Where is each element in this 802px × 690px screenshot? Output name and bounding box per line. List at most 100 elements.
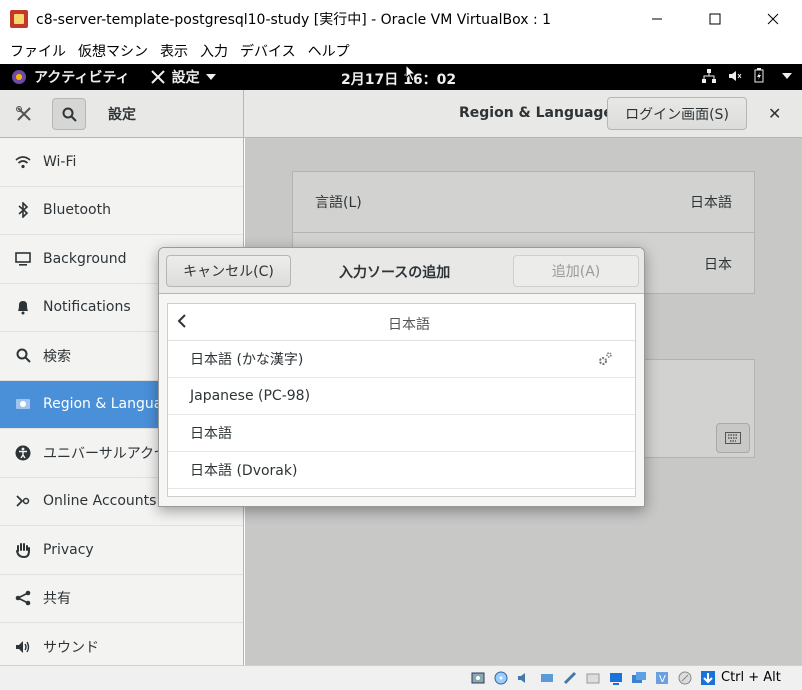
language-label: 言語(L) [315, 195, 362, 211]
bell-icon [14, 298, 32, 316]
sidebar-item-label: 共有 [43, 591, 71, 608]
list-item[interactable]: Japanese (PC-98) [168, 378, 635, 415]
optical-drive-icon[interactable] [491, 669, 510, 687]
settings-tools-icon [12, 102, 36, 126]
sidebar-item-bluetooth[interactable]: Bluetooth [0, 187, 243, 235]
dialog-header: キャンセル(C) 入力ソースの追加 追加(A) [159, 248, 644, 294]
video-capture-icon[interactable] [629, 669, 648, 687]
virtualization-icon[interactable]: V [652, 669, 671, 687]
share-icon [14, 589, 32, 607]
search-icon [14, 347, 32, 365]
wifi-icon [14, 153, 32, 171]
add-input-source-dialog: キャンセル(C) 入力ソースの追加 追加(A) 日本語 日本語 (かな漢字) J… [158, 247, 645, 507]
sidebar-item-label: Notifications [43, 299, 131, 316]
network-icon [702, 68, 716, 83]
audio-icon[interactable] [514, 669, 533, 687]
window-title: c8-server-template-postgresql10-study [実… [36, 12, 552, 28]
search-icon [62, 107, 77, 122]
app-menu[interactable]: 設定 [150, 67, 216, 87]
menu-view[interactable]: 表示 [154, 41, 194, 61]
system-menu-chevron-icon [782, 72, 792, 79]
login-screen-button[interactable]: ログイン画面(S) [607, 97, 747, 130]
input-source-list: 日本語 日本語 (かな漢字) Japanese (PC-98) 日本語 日本語 … [167, 303, 636, 497]
accessibility-icon [14, 444, 32, 462]
sidebar-title: 設定 [108, 107, 136, 123]
sidebar-item-label: Online Accounts [43, 493, 157, 510]
sidebar-item-label: Background [43, 250, 127, 267]
menu-input[interactable]: 入力 [194, 41, 234, 61]
current-language-label: 日本語 [388, 317, 430, 333]
menu-devices[interactable]: デバイス [234, 41, 302, 61]
bluetooth-icon [14, 201, 32, 219]
chevron-left-icon [177, 314, 186, 328]
virtualbox-icon [10, 10, 28, 28]
back-row[interactable]: 日本語 [168, 304, 635, 341]
gnome-topbar: アクティビティ 設定 2月17日 16：02 [0, 64, 802, 90]
tools-icon [150, 70, 165, 84]
vbox-menubar: ファイル 仮想マシン 表示 入力 デバイス ヘルプ [0, 38, 802, 64]
host-key-label: Ctrl + Alt [721, 670, 781, 685]
activities-button[interactable]: アクティビティ [12, 67, 130, 87]
list-item[interactable]: 日本語 [168, 415, 635, 452]
display-icon [14, 250, 32, 268]
language-row[interactable]: 言語(L) 日本語 [293, 172, 754, 233]
menu-machine[interactable]: 仮想マシン [72, 41, 154, 61]
list-item[interactable]: 日本語 (Dvorak) [168, 452, 635, 489]
hard-disk-icon[interactable] [468, 669, 487, 687]
sidebar-item-sharing[interactable]: 共有 [0, 575, 243, 623]
sidebar-item-label: Wi-Fi [43, 153, 77, 170]
sidebar-item-label: 検索 [43, 348, 71, 365]
keyboard-layout-button[interactable] [716, 423, 750, 453]
list-item[interactable]: 日本語 (かな漢字) [168, 341, 635, 378]
formats-value: 日本 [704, 256, 732, 273]
sidebar-item-label: Bluetooth [43, 202, 111, 219]
settings-headerbar: 設定 Region & Language ログイン画面(S) ✕ [0, 90, 802, 138]
list-item-label: Japanese (PC-98) [190, 388, 311, 404]
keyboard-icon [725, 432, 741, 444]
add-button[interactable]: 追加(A) [513, 255, 639, 287]
clock[interactable]: 2月17日 16：02 [341, 69, 456, 89]
menu-help[interactable]: ヘルプ [302, 41, 356, 61]
sidebar-item-wifi[interactable]: Wi-Fi [0, 138, 243, 187]
host-key-arrow-icon[interactable] [698, 669, 717, 687]
display-icon[interactable] [606, 669, 625, 687]
cancel-button[interactable]: キャンセル(C) [166, 255, 291, 287]
sidebar-item-label: サウンド [43, 639, 99, 656]
online-accounts-icon [14, 492, 32, 510]
hand-icon [14, 541, 32, 559]
sidebar-item-sound[interactable]: サウンド [0, 623, 243, 665]
chevron-down-icon [205, 74, 216, 80]
search-button[interactable] [52, 98, 86, 130]
close-window-button[interactable] [744, 0, 802, 38]
system-tray[interactable] [702, 68, 792, 83]
menu-file[interactable]: ファイル [4, 41, 72, 61]
sidebar-item-label: Privacy [43, 541, 94, 558]
list-item-label: 日本語 (Dvorak) [190, 463, 298, 479]
panel-title: Region & Language [459, 105, 613, 121]
dialog-title: 入力ソースの追加 [339, 265, 451, 281]
vbox-statusbar: V Ctrl + Alt [0, 665, 802, 690]
minimize-button[interactable] [628, 0, 686, 38]
close-settings-button[interactable]: ✕ [768, 104, 781, 123]
gear-icon [599, 352, 612, 365]
app-menu-label: 設定 [171, 70, 200, 86]
network-adapter-icon[interactable] [537, 669, 556, 687]
usb-icon[interactable] [560, 669, 579, 687]
activities-label: アクティビティ [34, 70, 130, 86]
shared-folders-icon[interactable] [583, 669, 602, 687]
svg-text:V: V [659, 674, 666, 685]
volume-muted-icon [729, 70, 742, 81]
battery-icon [754, 68, 764, 83]
flag-icon [14, 395, 32, 413]
speaker-icon [14, 638, 32, 656]
sidebar-item-privacy[interactable]: Privacy [0, 526, 243, 575]
maximize-button[interactable] [686, 0, 744, 38]
list-scroll-edge [172, 489, 631, 496]
list-item-label: 日本語 (かな漢字) [190, 352, 304, 368]
gnome-logo-icon [12, 70, 26, 84]
mouse-cursor-icon [405, 64, 417, 82]
window-title-bar: c8-server-template-postgresql10-study [実… [0, 0, 802, 38]
list-item-label: 日本語 [190, 426, 232, 442]
language-value: 日本語 [690, 195, 732, 211]
mouse-integration-icon[interactable] [675, 669, 694, 687]
